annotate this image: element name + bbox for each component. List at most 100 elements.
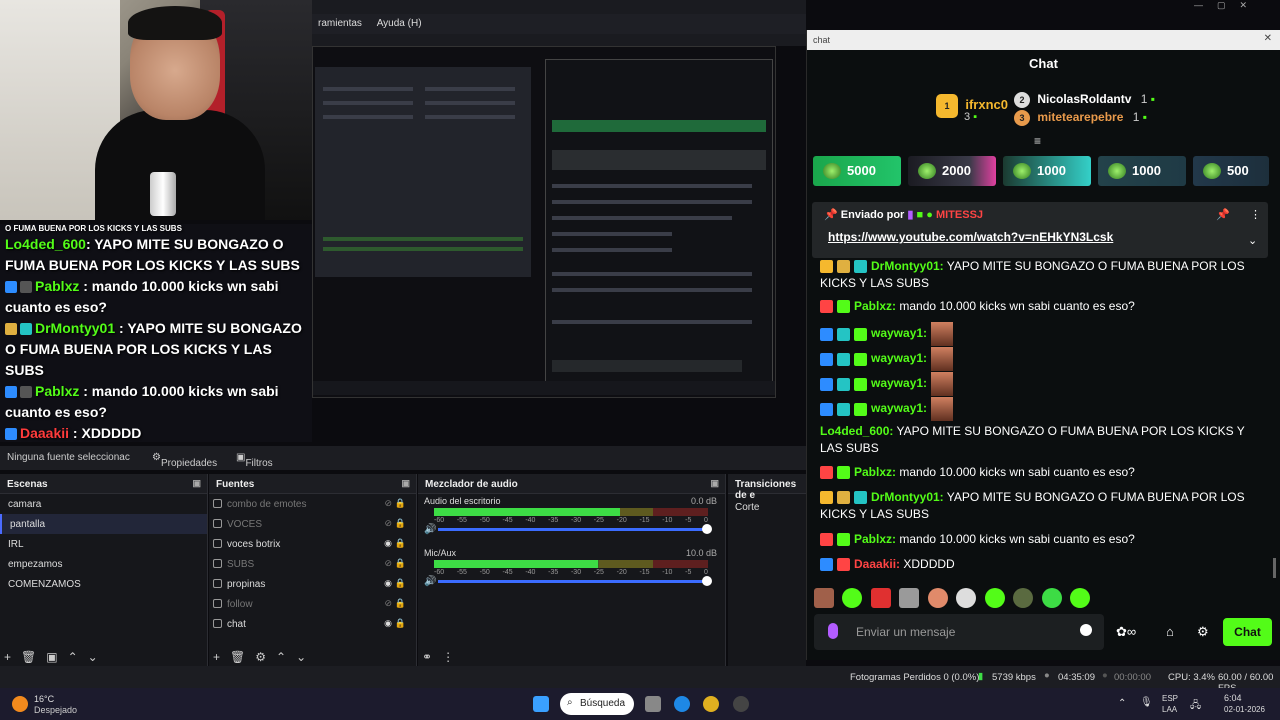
lock-icon[interactable]: 🔒 bbox=[395, 618, 406, 629]
move-up-button[interactable]: ⌃ bbox=[276, 650, 286, 664]
menu-help[interactable]: Ayuda (H) bbox=[371, 14, 428, 33]
gift-button[interactable]: 500 bbox=[1193, 156, 1269, 186]
microphone-icon[interactable] bbox=[828, 623, 838, 639]
microphone-icon[interactable]: 🎙 bbox=[1140, 697, 1153, 708]
obs-preview[interactable] bbox=[312, 46, 776, 398]
eye-icon[interactable]: ◉ bbox=[384, 538, 392, 549]
settings-icon[interactable]: ⚙ bbox=[1197, 624, 1209, 640]
speaker-icon[interactable]: 🔊 bbox=[424, 576, 436, 587]
dock-menu-icon[interactable]: ▣ bbox=[710, 478, 719, 489]
move-down-button[interactable]: ⌄ bbox=[296, 650, 306, 664]
lock-icon[interactable]: 🔒 bbox=[395, 598, 406, 609]
eye-hidden-icon[interactable]: ⊘ bbox=[384, 498, 392, 509]
rec-time: 00:00:00 bbox=[1114, 672, 1151, 683]
start-menu-icon[interactable] bbox=[533, 696, 549, 712]
emote-icon[interactable] bbox=[1070, 588, 1091, 608]
gift-button[interactable]: 1000 bbox=[1098, 156, 1186, 186]
chat-message-input[interactable]: Enviar un mensaje bbox=[814, 614, 1104, 650]
volume-slider[interactable] bbox=[438, 524, 712, 534]
move-up-button[interactable]: ⌃ bbox=[68, 650, 78, 664]
menu-tools[interactable]: ramientas bbox=[312, 14, 368, 33]
pinned-link[interactable]: https://www.youtube.com/watch?v=nEHkYN3L… bbox=[828, 230, 1113, 244]
tab-properties[interactable]: ⚙ Propiedades bbox=[152, 452, 217, 469]
link-icon[interactable]: ⚭ bbox=[422, 650, 432, 664]
close-icon[interactable]: ✕ bbox=[1264, 33, 1272, 44]
eye-hidden-icon[interactable]: ⊘ bbox=[384, 598, 392, 609]
source-item[interactable]: propinas ◉ 🔒 bbox=[209, 574, 416, 594]
language-label[interactable]: ESP bbox=[1162, 694, 1178, 703]
infinity-icon[interactable]: ✿∞ bbox=[1116, 624, 1136, 640]
gift-button[interactable]: 2000 bbox=[908, 156, 996, 186]
emote-icon[interactable] bbox=[956, 588, 977, 608]
source-item[interactable]: SUBS ⊘ 🔒 bbox=[209, 554, 416, 574]
obs-icon[interactable] bbox=[733, 696, 749, 712]
emote-icon[interactable] bbox=[814, 588, 834, 608]
eye-icon[interactable]: ◉ bbox=[384, 578, 392, 589]
emote-icon[interactable] bbox=[899, 588, 920, 608]
scene-item[interactable]: IRL bbox=[0, 534, 207, 554]
lock-icon[interactable]: 🔒 bbox=[395, 578, 406, 589]
delete-scene-button[interactable]: 🗑 bbox=[21, 650, 36, 664]
close-icon[interactable]: ✕ bbox=[1240, 0, 1248, 10]
gift-button[interactable]: 5000 bbox=[813, 156, 901, 186]
emote-icon[interactable] bbox=[927, 588, 948, 608]
speaker-icon[interactable]: 🔊 bbox=[424, 524, 436, 535]
network-icon[interactable]: 🖧 bbox=[1190, 698, 1201, 715]
chevron-down-icon[interactable]: ⌄ bbox=[1248, 234, 1257, 247]
pin-icon[interactable]: 📌 bbox=[1216, 208, 1230, 221]
source-item[interactable]: combo de emotes ⊘ 🔒 bbox=[209, 494, 416, 514]
emoji-icon[interactable] bbox=[1080, 624, 1092, 636]
collapse-icon[interactable]: ≡ bbox=[1034, 134, 1041, 148]
add-source-button[interactable]: + bbox=[213, 650, 220, 664]
task-view-icon[interactable] bbox=[645, 696, 661, 712]
chevron-up-icon[interactable]: ⌃ bbox=[1118, 698, 1126, 709]
store-icon[interactable]: ⌂ bbox=[1166, 624, 1174, 639]
lock-icon[interactable]: 🔒 bbox=[395, 498, 406, 509]
emote-icon[interactable] bbox=[1041, 588, 1062, 608]
weather-icon[interactable] bbox=[12, 696, 28, 712]
scene-item[interactable]: COMENZAMOS bbox=[0, 574, 207, 594]
emote-icon[interactable] bbox=[1013, 588, 1034, 608]
dock-menu-icon[interactable]: ▣ bbox=[192, 478, 201, 489]
tab-filters[interactable]: ▣ Filtros bbox=[236, 452, 273, 469]
source-item[interactable]: voces botrix ◉ 🔒 bbox=[209, 534, 416, 554]
move-down-button[interactable]: ⌄ bbox=[88, 650, 98, 664]
lock-icon[interactable]: 🔒 bbox=[395, 538, 406, 549]
minimize-icon[interactable]: — bbox=[1194, 0, 1203, 10]
chat-scrollbar[interactable] bbox=[1273, 558, 1276, 578]
emote-icon[interactable] bbox=[984, 588, 1005, 608]
eye-icon[interactable]: ◉ bbox=[384, 618, 392, 629]
maximize-icon[interactable]: ▢ bbox=[1217, 0, 1226, 10]
eye-hidden-icon[interactable]: ⊘ bbox=[384, 518, 392, 529]
volume-slider[interactable] bbox=[438, 576, 712, 586]
keyboard-label[interactable]: LAA bbox=[1162, 705, 1177, 714]
lock-icon[interactable]: 🔒 bbox=[395, 558, 406, 569]
more-vertical-icon[interactable]: ⋮ bbox=[1250, 208, 1261, 221]
scale-tick: -20 bbox=[616, 569, 627, 576]
gift-button[interactable]: 1000 bbox=[1003, 156, 1091, 186]
chrome-icon[interactable] bbox=[703, 696, 719, 712]
window-controls: — ▢ ✕ bbox=[1180, 0, 1280, 14]
emote-icon[interactable] bbox=[870, 588, 891, 608]
scene-item-selected[interactable]: pantalla bbox=[0, 514, 207, 534]
overlay-line: Lo4ded_600: YAPO MITE SU BONGAZO O bbox=[5, 236, 284, 252]
dock-menu-icon[interactable]: ▣ bbox=[401, 478, 410, 489]
source-item[interactable]: follow ⊘ 🔒 bbox=[209, 594, 416, 614]
scene-filter-button[interactable]: ▣ bbox=[46, 650, 57, 664]
scene-item[interactable]: empezamos bbox=[0, 554, 207, 574]
lock-icon[interactable]: 🔒 bbox=[395, 518, 406, 529]
edge-browser-icon[interactable] bbox=[674, 696, 690, 712]
scene-item[interactable]: camara bbox=[0, 494, 207, 514]
source-item[interactable]: chat ◉ 🔒 bbox=[209, 614, 416, 634]
source-settings-button[interactable]: ⚙ bbox=[255, 650, 266, 664]
clock-date[interactable]: 02-01-2026 bbox=[1224, 705, 1265, 714]
delete-source-button[interactable]: 🗑 bbox=[230, 650, 245, 664]
clock-time[interactable]: 6:04 bbox=[1224, 693, 1242, 703]
send-chat-button[interactable]: Chat bbox=[1223, 618, 1272, 646]
eye-hidden-icon[interactable]: ⊘ bbox=[384, 558, 392, 569]
more-icon[interactable]: ⋮ bbox=[442, 650, 454, 664]
source-item[interactable]: VOCES ⊘ 🔒 bbox=[209, 514, 416, 534]
add-scene-button[interactable]: + bbox=[4, 650, 11, 664]
emote-icon[interactable] bbox=[842, 588, 863, 608]
taskbar-search[interactable]: ⌕ Búsqueda bbox=[560, 693, 634, 715]
